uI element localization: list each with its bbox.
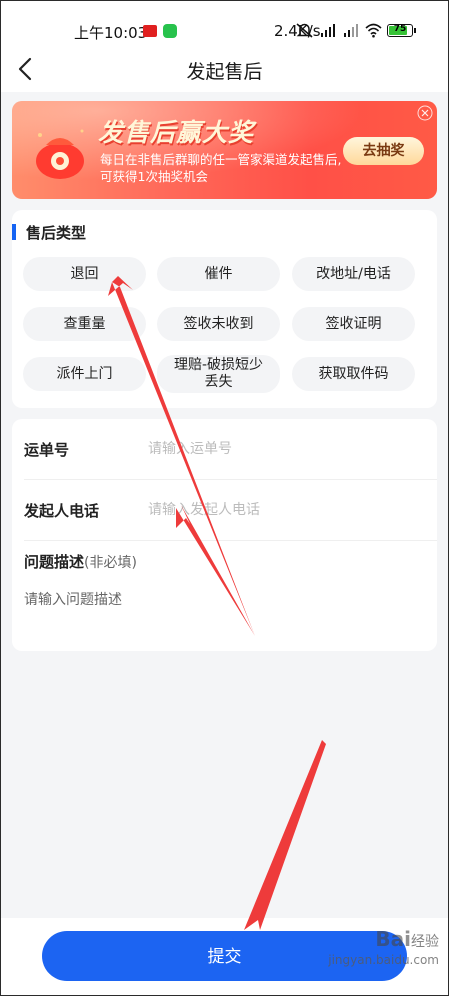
app-notification-icon [143,25,157,37]
divider [24,540,437,541]
waybill-row: 运单号 [12,419,437,479]
go-lottery-button[interactable]: 去抽奖 [343,137,424,165]
red-envelope-icon [36,129,84,179]
description-textarea[interactable] [24,589,424,639]
status-bar: 上午10:03 2.4K/s 75 [0,0,449,46]
watermark-url: jingyan.baidu.com [328,953,439,967]
section-accent-bar [12,224,16,240]
section-title: 售后类型 [26,224,87,242]
phone-input[interactable] [148,494,418,526]
hd-signal-icon [321,24,335,37]
lottery-banner[interactable]: 发售后赢大奖 每日在非售后群聊的任一管家渠道发起售后,可获得1次抽奖机会 去抽奖 [12,101,437,199]
page-title: 发起售后 [186,61,263,83]
close-icon[interactable] [417,105,433,121]
baidu-watermark: Bai经验 jingyan.baidu.com [328,927,439,969]
banner-title: 发售后赢大奖 [98,118,255,147]
type-chip-signed-not-received[interactable]: 签收未收到 [157,307,280,341]
watermark-brand: Bai [375,927,411,951]
status-time: 上午10:03 [74,24,148,42]
type-chip-pickup-code[interactable]: 获取取件码 [292,357,415,391]
wifi-icon [365,23,382,38]
type-chip-weight[interactable]: 查重量 [23,307,146,341]
hd-signal-icon [344,24,358,37]
battery-level: 75 [393,24,407,34]
waybill-label: 运单号 [24,441,70,459]
type-chip-urge[interactable]: 催件 [157,257,280,291]
watermark-brand-cn: 经验 [411,934,439,950]
battery-icon: 75 [387,24,416,37]
optional-hint: (非必填) [84,555,137,571]
type-chip-change-address[interactable]: 改地址/电话 [292,257,415,291]
after-sale-type-card: 售后类型 退回 催件 改地址/电话 查重量 签收未收到 签收证明 派件上门 理赔… [12,210,437,408]
form-card: 运单号 发起人电话 问题描述(非必填) [12,419,437,651]
description-label: 问题描述(非必填) [24,551,137,572]
wechat-notification-icon [163,24,177,38]
type-chip-sign-proof[interactable]: 签收证明 [292,307,415,341]
phone-row: 发起人电话 [12,480,437,540]
mute-icon [296,23,313,38]
arrow-to-submit-button [244,740,326,930]
phone-label: 发起人电话 [24,502,100,520]
nav-bar: 发起售后 [0,46,449,92]
description-label-text: 问题描述 [24,553,85,571]
waybill-input[interactable] [148,433,418,465]
type-chip-return[interactable]: 退回 [23,257,146,291]
type-chip-claim[interactable]: 理赔-破损短少丢失 [157,355,280,393]
banner-description: 每日在非售后群聊的任一管家渠道发起售后,可获得1次抽奖机会 [100,152,342,184]
type-chip-door-delivery[interactable]: 派件上门 [23,357,146,391]
